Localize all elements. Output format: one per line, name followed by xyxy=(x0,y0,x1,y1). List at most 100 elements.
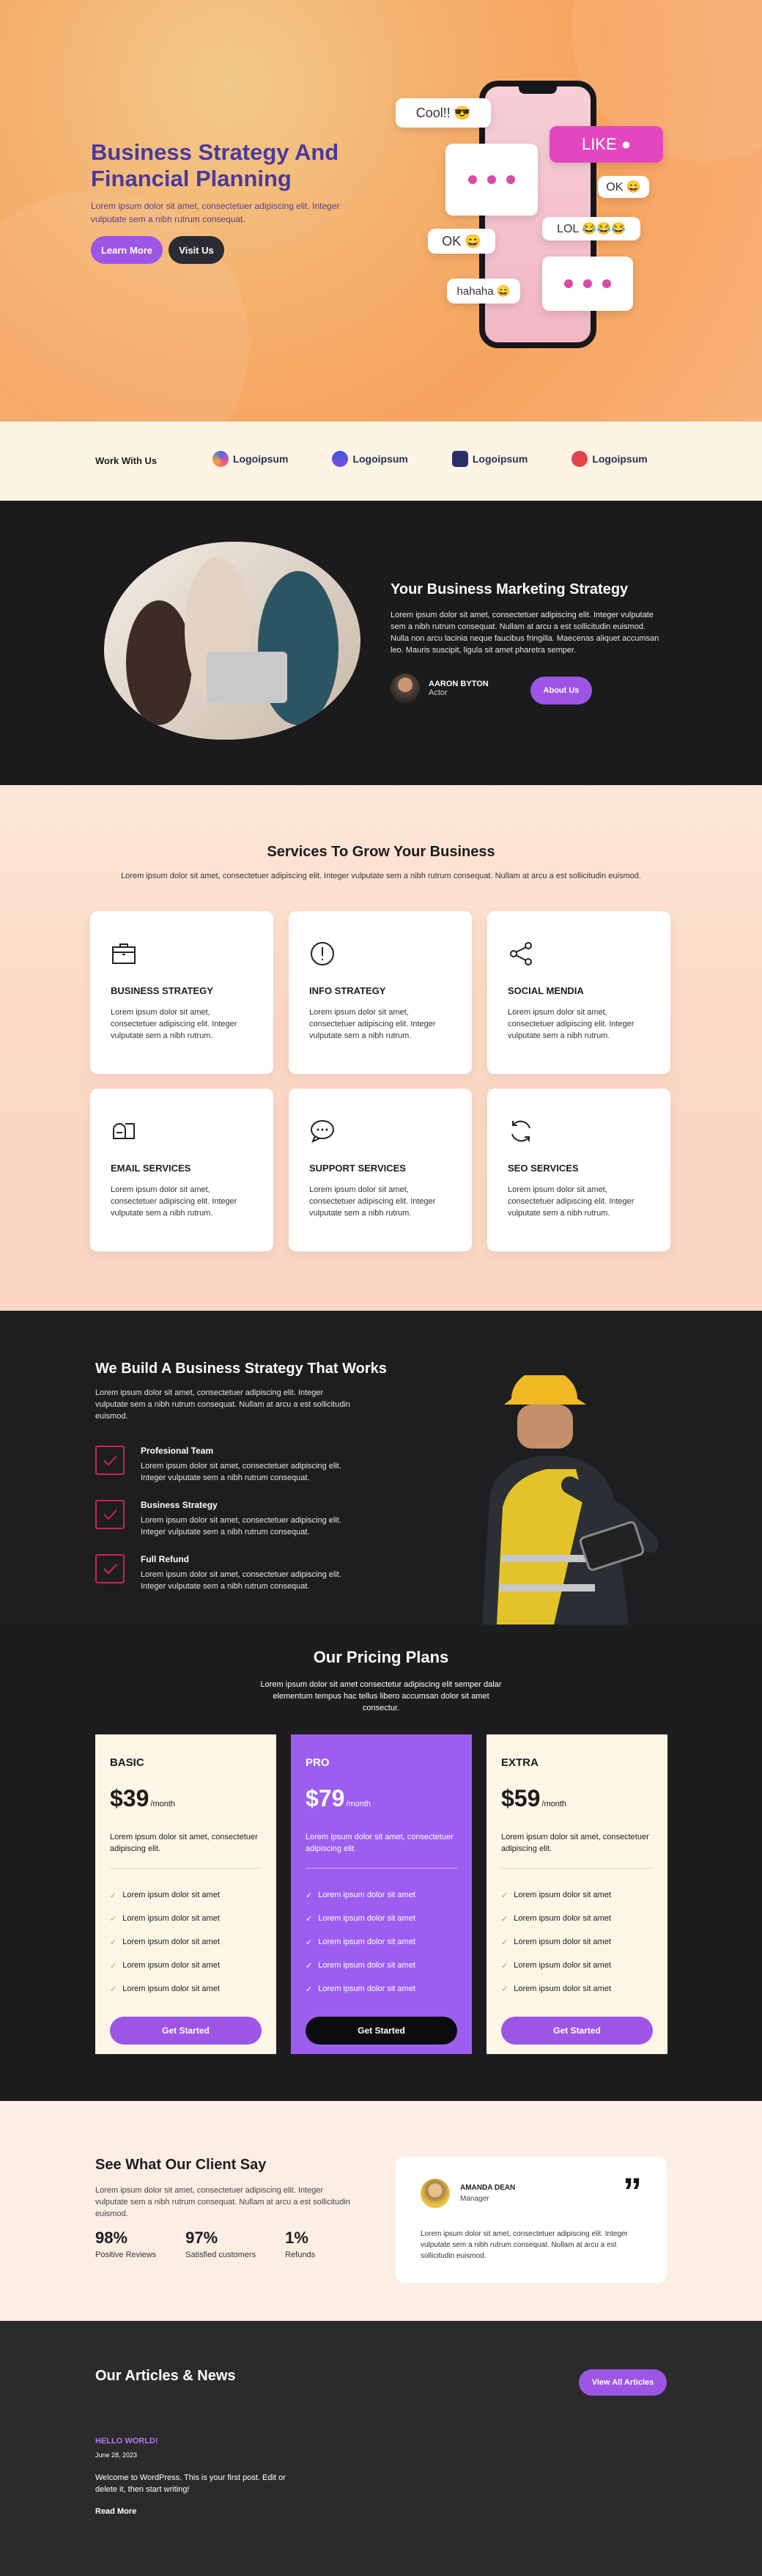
learn-more-button[interactable]: Learn More xyxy=(91,236,163,264)
get-started-button[interactable]: Get Started xyxy=(110,2017,262,2045)
plan-feature: ✓ Lorem ipsum dolor sit amet xyxy=(306,1891,415,1900)
worker-illustration xyxy=(482,1375,658,1624)
share-icon xyxy=(510,942,532,965)
testimonial-section: See What Our Client Say Lorem ipsum dolo… xyxy=(0,2101,762,2321)
check-icon: ✓ xyxy=(501,1891,508,1900)
phone-notch xyxy=(519,85,557,94)
feature-title: Business Strategy xyxy=(141,1500,218,1510)
plan-feature: ✓ Lorem ipsum dolor sit amet xyxy=(110,1891,220,1900)
plan-features: ✓ Lorem ipsum dolor sit amet ✓ Lorem ipsum… xyxy=(501,1883,653,2001)
plan-price: $59 xyxy=(501,1785,541,1811)
mailbox-icon xyxy=(113,1123,135,1139)
partners-label: Work With Us xyxy=(95,455,158,466)
service-card[interactable]: SOCIAL MENDIA Lorem ipsum dolor sit amet… xyxy=(487,911,670,1074)
logo-mark-icon xyxy=(451,451,468,467)
check-icon: ✓ xyxy=(110,1961,117,1970)
client-name: AMANDA DEAN xyxy=(460,2184,516,2192)
plan-feature: ✓ Lorem ipsum dolor sit amet xyxy=(306,1961,415,1970)
services-grid: BUSINESS STRATEGY Lorem ipsum dolor sit … xyxy=(90,911,670,1251)
check-icon: ✓ xyxy=(306,1961,313,1970)
plan-name: EXTRA xyxy=(501,1756,539,1769)
check-icon: ✓ xyxy=(501,1961,508,1970)
strategy-section: We Build A Business Strategy That Works … xyxy=(0,1311,762,1626)
hero-section: Business Strategy And Financial Planning… xyxy=(0,0,762,422)
get-started-button[interactable]: Get Started xyxy=(306,2017,457,2045)
services-title: Services To Grow Your Business xyxy=(267,844,495,860)
person-role: Actor xyxy=(429,688,448,697)
plan-feature: ✓ Lorem ipsum dolor sit amet xyxy=(501,1937,611,1947)
plan-features: ✓ Lorem ipsum dolor sit amet ✓ Lorem ipsum… xyxy=(110,1883,262,2001)
check-icon xyxy=(95,1446,125,1475)
refresh-icon xyxy=(511,1120,530,1142)
logo-mark-icon xyxy=(572,451,588,467)
about-us-button[interactable]: About Us xyxy=(530,677,592,704)
hero-cta-group: Learn More Visit Us xyxy=(91,236,224,264)
check-icon: ✓ xyxy=(110,1914,117,1924)
chat-icon xyxy=(311,1120,334,1143)
post-title-link[interactable]: HELLO WORLD! xyxy=(95,2437,286,2446)
feature-item: Full Refund Lorem ipsum dolor sit amet, c… xyxy=(95,1554,359,1592)
feature-text: Lorem ipsum dolor sit amet, consectetuer… xyxy=(141,1570,341,1591)
articles-title: Our Articles & News xyxy=(95,2368,236,2384)
partner-logo[interactable]: Logoipsum xyxy=(212,451,288,467)
plan-price: $79 xyxy=(306,1785,345,1811)
service-title: SOCIAL MENDIA xyxy=(508,985,584,996)
service-card[interactable]: SEO SERVICES Lorem ipsum dolor sit amet,… xyxy=(487,1089,670,1251)
plan-feature: ✓ Lorem ipsum dolor sit amet xyxy=(306,1984,415,1994)
client-info: AMANDA DEAN Manager xyxy=(421,2179,642,2208)
service-card[interactable]: BUSINESS STRATEGY Lorem ipsum dolor sit … xyxy=(90,911,273,1074)
service-card[interactable]: EMAIL SERVICES Lorem ipsum dolor sit ame… xyxy=(90,1089,273,1251)
service-title: BUSINESS STRATEGY xyxy=(111,985,213,996)
chat-bubble: LOL 😂😂😂 xyxy=(542,217,640,240)
info-icon xyxy=(311,942,334,965)
logo-mark-icon xyxy=(212,451,229,467)
check-icon: ✓ xyxy=(110,1984,117,1994)
view-all-articles-button[interactable]: View All Articles xyxy=(579,2369,667,2396)
feature-title: Full Refund xyxy=(141,1554,189,1564)
service-card[interactable]: INFO STRATEGY Lorem ipsum dolor sit amet… xyxy=(289,911,472,1074)
chat-bubble: OK 😄 xyxy=(428,229,495,254)
like-bubble: LIKE ● xyxy=(550,126,663,163)
plan-feature: ✓ Lorem ipsum dolor sit amet xyxy=(110,1937,220,1947)
plan-description: Lorem ipsum dolor sit amet, consectetuer… xyxy=(306,1831,457,1869)
plan-period: /month xyxy=(541,1800,567,1808)
feature-item: Profesional Team Lorem ipsum dolor sit am… xyxy=(95,1446,359,1484)
read-more-link[interactable]: Read More xyxy=(95,2507,286,2516)
service-title: INFO STRATEGY xyxy=(309,985,386,996)
stat-item: 1% Refunds xyxy=(285,2229,316,2259)
service-title: EMAIL SERVICES xyxy=(111,1163,191,1174)
pricing-plans: BASIC $39/month Lorem ipsum dolor sit am… xyxy=(95,1734,667,2054)
typing-bubble xyxy=(542,257,633,311)
post-excerpt: Welcome to WordPress. This is your first… xyxy=(95,2473,286,2494)
service-card[interactable]: SUPPORT SERVICES Lorem ipsum dolor sit a… xyxy=(289,1089,472,1251)
person-name: AARON BYTON xyxy=(429,680,489,688)
plan-feature: ✓ Lorem ipsum dolor sit amet xyxy=(306,1914,415,1924)
logo-mark-icon xyxy=(332,451,349,467)
partner-logo[interactable]: Logoipsum xyxy=(332,451,408,467)
partner-logo[interactable]: Logoipsum xyxy=(572,451,648,467)
partner-logo[interactable]: Logoipsum xyxy=(451,451,528,467)
plan-name: PRO xyxy=(306,1756,330,1769)
visit-us-button[interactable]: Visit Us xyxy=(169,236,224,264)
chat-bubble: OK 😄 xyxy=(598,176,649,198)
stat-item: 98% Positive Reviews xyxy=(95,2229,157,2259)
plan-feature: ✓ Lorem ipsum dolor sit amet xyxy=(306,1937,415,1947)
check-icon: ✓ xyxy=(110,1937,117,1947)
partner-logos: Logoipsum Logoipsum Logoipsum Logoipsum xyxy=(212,451,648,467)
service-title: SUPPORT SERVICES xyxy=(309,1163,406,1174)
service-text: Lorem ipsum dolor sit amet, consectetuer… xyxy=(508,1008,635,1040)
plan-description: Lorem ipsum dolor sit amet, consectetuer… xyxy=(110,1831,262,1869)
check-icon: ✓ xyxy=(306,1914,313,1924)
typing-bubble xyxy=(445,144,538,216)
strategy-lead: Lorem ipsum dolor sit amet, consectetuer… xyxy=(95,1388,350,1421)
post-date: June 28, 2023 xyxy=(95,2451,138,2459)
hero-lead: Lorem ipsum dolor sit amet, consectetuer… xyxy=(91,201,340,224)
plan-feature: ✓ Lorem ipsum dolor sit amet xyxy=(110,1961,220,1970)
service-text: Lorem ipsum dolor sit amet, consectetuer… xyxy=(309,1008,436,1040)
plan-features: ✓ Lorem ipsum dolor sit amet ✓ Lorem ipsum… xyxy=(306,1883,457,2001)
strategy-title: We Build A Business Strategy That Works xyxy=(95,1361,387,1377)
feature-title: Profesional Team xyxy=(141,1446,214,1456)
team-photo xyxy=(104,542,360,740)
get-started-button[interactable]: Get Started xyxy=(501,2017,653,2045)
plan-feature: ✓ Lorem ipsum dolor sit amet xyxy=(501,1984,611,1994)
